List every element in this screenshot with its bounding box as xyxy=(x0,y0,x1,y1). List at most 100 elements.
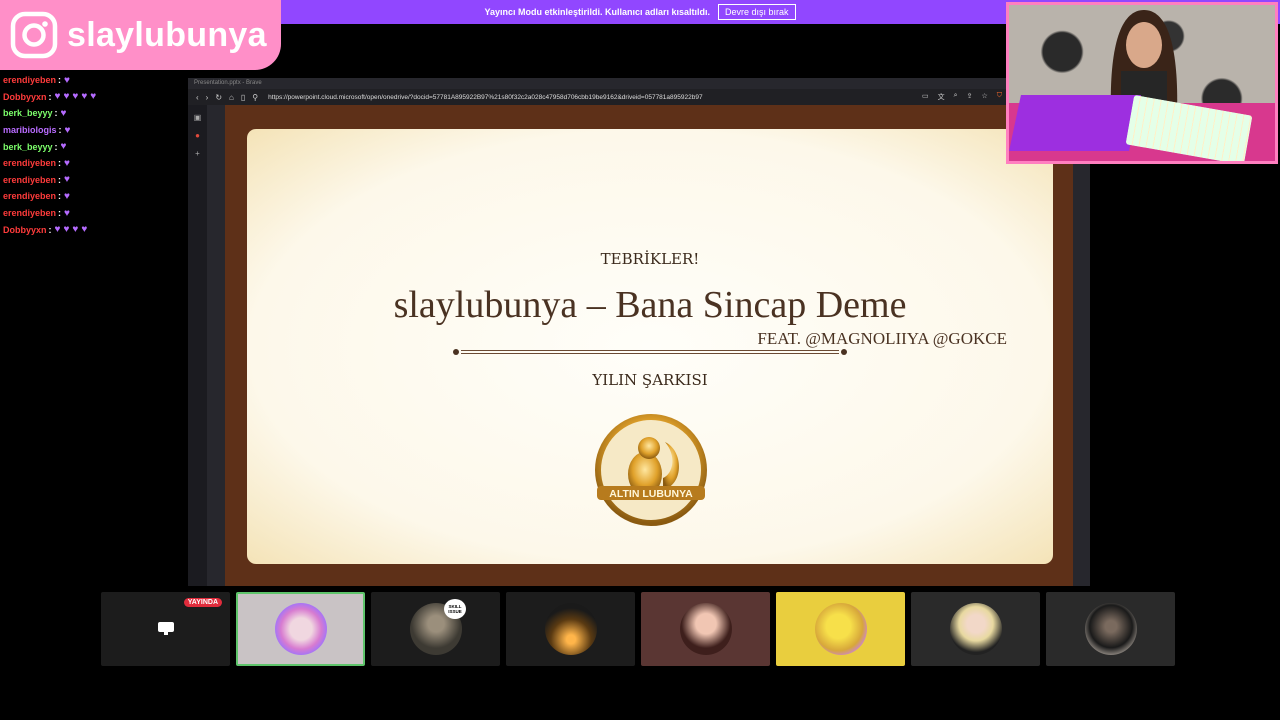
butterfly-emote-icon: ♥ xyxy=(60,107,67,119)
participant-strip: YAYINDA SKILL ISSUE xyxy=(101,592,1175,666)
chat-feed: erendiyeben: ♥ Dobbyyxn: ♥ ♥ ♥ ♥ ♥ berk_beyyy: ♥ m… xyxy=(3,72,183,238)
sidebar-toggle-icon[interactable]: ▣ xyxy=(194,113,202,122)
mouse-pad xyxy=(1009,95,1141,151)
chat-username[interactable]: erendiyeben xyxy=(3,175,56,185)
butterfly-emote-icon: ♥ xyxy=(81,224,88,236)
brave-shield-icon[interactable]: ⛉ xyxy=(997,92,1002,102)
disable-streamer-mode-button[interactable]: Devre dışı bırak xyxy=(718,4,796,20)
chat-separator: : xyxy=(48,224,52,235)
chat-username[interactable]: Dobbyyxn xyxy=(3,225,47,235)
slide-title: slaylubunya – Bana Sincap Deme xyxy=(393,284,907,326)
butterfly-emote-icon: ♥ xyxy=(64,207,70,219)
chat-message: berk_beyyy: ♥ xyxy=(3,105,183,122)
chat-message: erendiyeben: ♥ xyxy=(3,155,183,172)
chat-username[interactable]: berk_beyyy xyxy=(3,142,53,152)
browser-toolbar: ‹ › ↻ ⌂ ▯ ⚲ https://powerpoint.cloud.mic… xyxy=(188,89,1090,105)
participant-avatar xyxy=(544,603,597,655)
instagram-badge: slaylubunya xyxy=(0,0,281,70)
presentation-slide: TEBRİKLER! slaylubunya – Bana Sincap Dem… xyxy=(247,129,1053,564)
slide-feat: FEAT. @MAGNOLIIYA @GOKCE xyxy=(757,329,1007,348)
live-badge: YAYINDA xyxy=(183,598,222,607)
browser-sidebar: ▣ ● + xyxy=(188,105,207,586)
chat-username[interactable]: Dobbyyxn xyxy=(3,92,47,102)
reader-icon[interactable]: ▭ xyxy=(922,92,929,102)
chat-message: erendiyeben: ♥ xyxy=(3,72,183,89)
participant-tile[interactable] xyxy=(911,592,1040,666)
screen-share-tile[interactable]: YAYINDA xyxy=(101,592,230,666)
badge-text: ALTIN LUBUNYA xyxy=(609,488,693,500)
butterfly-emote-icon: ♥ xyxy=(64,190,70,202)
skill-issue-sticker: SKILL ISSUE xyxy=(444,599,466,619)
forward-icon[interactable]: › xyxy=(206,93,209,102)
butterfly-emote-icon: ♥ xyxy=(64,124,71,136)
chat-separator: : xyxy=(48,91,52,102)
reload-icon[interactable]: ↻ xyxy=(215,93,222,102)
chat-username[interactable]: erendiyeben xyxy=(3,75,56,85)
chat-message: erendiyeben: ♥ xyxy=(3,172,183,189)
browser-window-title: Presentation.pptx - Brave xyxy=(194,80,262,86)
butterfly-emote-icon: ♥ xyxy=(81,91,88,103)
zoom-icon[interactable]: ⌕ xyxy=(954,92,958,102)
browser-tools: ▭ 文 ⌕ ⇪ ☆ ⛉ xyxy=(922,92,1002,102)
participant-tile[interactable] xyxy=(506,592,635,666)
chat-message: berk_beyyy: ♥ xyxy=(3,138,183,155)
chat-username[interactable]: berk_beyyy xyxy=(3,108,53,118)
participant-avatar xyxy=(274,603,327,655)
translate-icon[interactable]: 文 xyxy=(938,92,945,102)
sidebar-add-icon[interactable]: + xyxy=(195,149,200,158)
home-icon[interactable]: ⌂ xyxy=(229,93,234,102)
chat-message: erendiyeben: ♥ xyxy=(3,205,183,222)
butterfly-emote-icon: ♥ xyxy=(60,141,67,153)
share-icon[interactable]: ⇪ xyxy=(967,92,973,102)
stream-overlay: Yayıncı Modu etkinleştirildi. Kullanıcı … xyxy=(0,0,1280,720)
chat-separator: : xyxy=(58,75,62,86)
butterfly-emote-icon: ♥ xyxy=(64,174,70,186)
chat-username[interactable]: erendiyeben xyxy=(3,191,56,201)
slide-congrats: TEBRİKLER! xyxy=(600,250,700,268)
participant-tile[interactable]: SKILL ISSUE xyxy=(371,592,500,666)
golden-squirrel-badge: ALTIN LUBUNYA xyxy=(595,414,707,526)
butterfly-emote-icon: ♥ xyxy=(72,91,79,103)
participant-tile-speaking[interactable] xyxy=(236,592,365,666)
chat-username[interactable]: maribiologis xyxy=(3,125,57,135)
chat-separator: : xyxy=(54,141,58,152)
chat-message: erendiyeben: ♥ xyxy=(3,188,183,205)
back-icon[interactable]: ‹ xyxy=(196,93,199,102)
butterfly-emote-icon: ♥ xyxy=(63,224,70,236)
participant-avatar xyxy=(814,603,867,655)
chat-separator: : xyxy=(58,191,62,202)
chat-message: Dobbyyxn: ♥ ♥ ♥ ♥ xyxy=(3,221,183,238)
monitor-icon xyxy=(157,622,174,635)
chat-separator: : xyxy=(58,208,62,219)
participant-tile[interactable] xyxy=(776,592,905,666)
webcam-overlay xyxy=(1006,2,1278,164)
site-info-icon[interactable]: ⚲ xyxy=(252,93,258,102)
chat-username[interactable]: erendiyeben xyxy=(3,158,56,168)
butterfly-emote-icon: ♥ xyxy=(63,91,70,103)
chat-message: Dobbyyxn: ♥ ♥ ♥ ♥ ♥ xyxy=(3,89,183,106)
slide-divider xyxy=(453,347,847,357)
instagram-handle: slaylubunya xyxy=(67,15,267,54)
butterfly-emote-icon: ♥ xyxy=(90,91,97,103)
butterfly-emote-icon: ♥ xyxy=(54,91,61,103)
bookmark-icon[interactable]: ▯ xyxy=(241,93,245,102)
participant-avatar xyxy=(679,603,732,655)
chat-username[interactable]: erendiyeben xyxy=(3,208,56,218)
participant-tile[interactable] xyxy=(641,592,770,666)
sidebar-app-icon[interactable]: ● xyxy=(195,131,200,140)
chat-separator: : xyxy=(58,174,62,185)
butterfly-emote-icon: ♥ xyxy=(64,74,70,86)
chat-message: maribiologis: ♥ xyxy=(3,122,183,139)
star-icon[interactable]: ☆ xyxy=(981,92,987,102)
butterfly-emote-icon: ♥ xyxy=(64,157,70,169)
participant-avatar xyxy=(1084,603,1137,655)
instagram-icon xyxy=(10,11,58,59)
participant-tile[interactable] xyxy=(1046,592,1175,666)
chat-separator: : xyxy=(58,125,62,136)
slide-category: YILIN ŞARKISI xyxy=(592,371,708,389)
chat-separator: : xyxy=(58,158,62,169)
streamer-mode-text: Yayıncı Modu etkinleştirildi. Kullanıcı … xyxy=(484,7,711,17)
participant-avatar xyxy=(949,603,1002,655)
chat-separator: : xyxy=(54,108,58,119)
address-bar[interactable]: https://powerpoint.cloud.microsoft/open/… xyxy=(268,94,702,101)
